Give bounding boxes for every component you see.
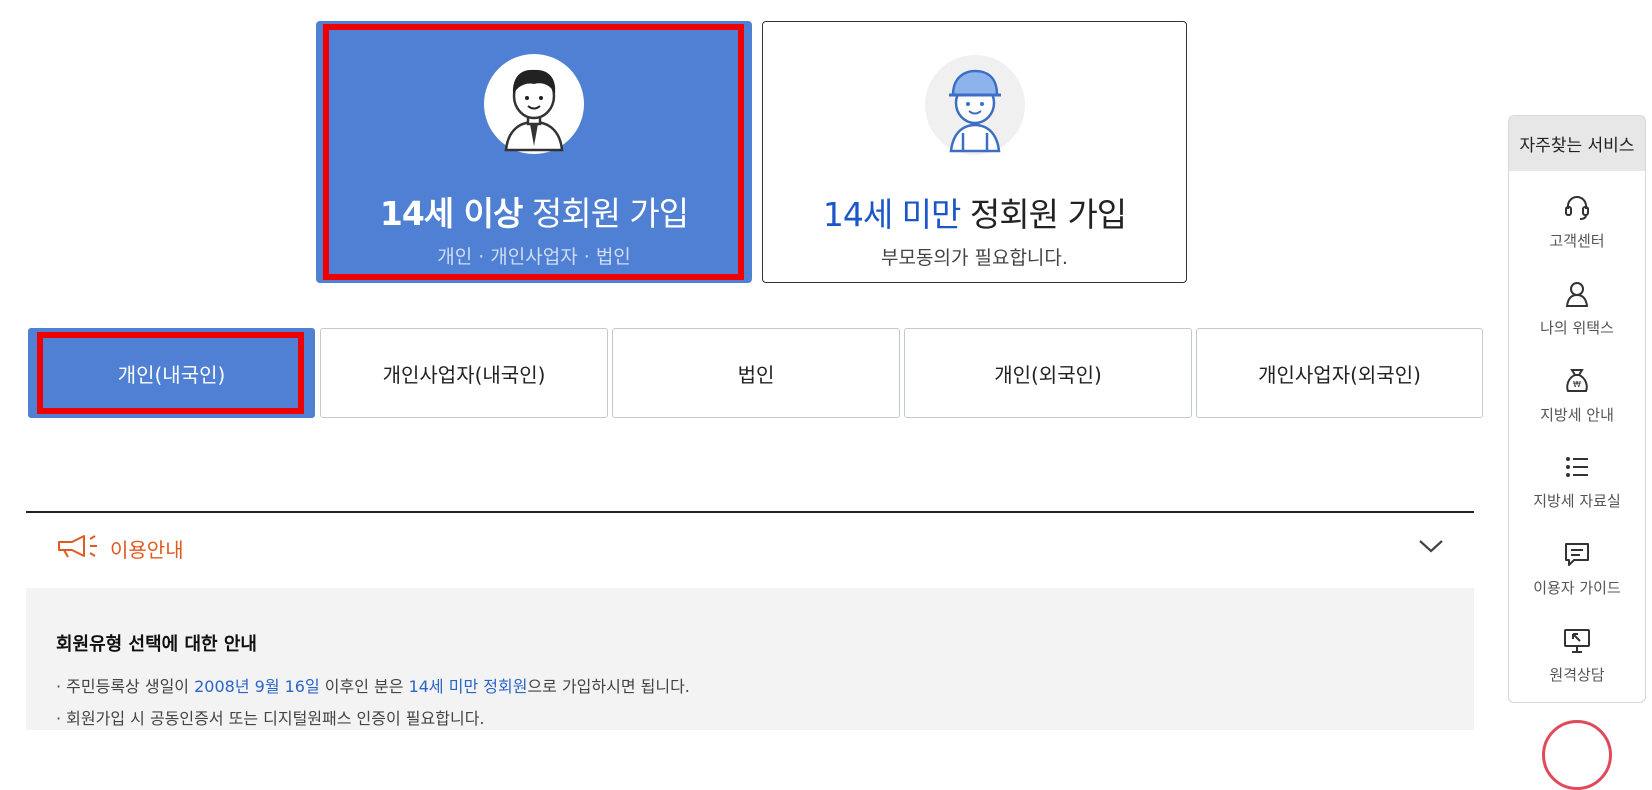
tab-individual-domestic[interactable]: 개인(내국인) [28, 328, 315, 418]
tab-label: 개인사업자(내국인) [382, 362, 546, 387]
tab-individual-foreign[interactable]: 개인(외국인) [904, 328, 1192, 418]
quick-item-label: 지방세 자료실 [1533, 492, 1621, 510]
tab-label: 개인(외국인) [994, 362, 1102, 387]
adult-avatar-icon [484, 54, 584, 154]
tab-label: 개인(내국인) [117, 362, 226, 387]
svg-text:₩: ₩ [1573, 380, 1581, 389]
quick-item-local-tax-info[interactable]: ₩ 지방세 안내 [1509, 366, 1645, 425]
quick-services-panel: 자주찾는 서비스 고객센터 나의 위택스 ₩ 지방세 안내 지방세 자료실 이용… [1508, 115, 1646, 703]
tab-sole-proprietor-domestic[interactable]: 개인사업자(내국인) [320, 328, 608, 418]
quick-item-customer-center[interactable]: 고객센터 [1509, 192, 1645, 251]
section-divider [26, 511, 1474, 513]
headset-icon [1509, 192, 1645, 222]
info-line-birthdate: · 주민등록상 생일이 2008년 9월 16일 이후인 분은 14세 미만 정… [56, 677, 690, 696]
floating-badge[interactable] [1542, 720, 1612, 790]
minor-member-card[interactable]: 14세 미만 정회원 가입 부모동의가 필요합니다. [762, 21, 1187, 283]
adult-card-title: 14세 이상 정회원 가입 [379, 194, 689, 233]
tab-corporation[interactable]: 법인 [612, 328, 900, 418]
quick-item-local-tax-archive[interactable]: 지방세 자료실 [1509, 452, 1645, 511]
chevron-down-icon[interactable] [1418, 538, 1444, 558]
minor-card-title: 14세 미만 정회원 가입 [822, 195, 1127, 234]
quick-item-label: 지방세 안내 [1540, 406, 1614, 424]
monitor-icon [1509, 626, 1645, 656]
megaphone-icon [56, 533, 102, 563]
money-bag-icon: ₩ [1509, 366, 1645, 396]
info-heading: 회원유형 선택에 대한 안내 [56, 634, 257, 655]
chat-icon [1509, 539, 1645, 569]
tab-label: 개인사업자(외국인) [1258, 362, 1421, 387]
tab-label: 법인 [737, 362, 775, 387]
minor-card-subtitle: 부모동의가 필요합니다. [881, 247, 1068, 269]
adult-card-subtitle: 개인 · 개인사업자 · 법인 [437, 246, 631, 268]
list-icon [1509, 452, 1645, 482]
quick-item-remote-consultation[interactable]: 원격상담 [1509, 626, 1645, 685]
quick-services-title: 자주찾는 서비스 [1509, 116, 1645, 171]
info-line-certificate: · 회원가입 시 공동인증서 또는 디지털원패스 인증이 필요합니다. [56, 709, 485, 728]
quick-item-label: 이용자 가이드 [1533, 579, 1621, 597]
quick-item-label: 원격상담 [1549, 666, 1605, 684]
tab-sole-proprietor-foreign[interactable]: 개인사업자(외국인) [1196, 328, 1483, 418]
info-section-toggle[interactable]: 이용안내 [56, 533, 184, 563]
adult-member-card[interactable]: 14세 이상 정회원 가입 개인 · 개인사업자 · 법인 [316, 21, 752, 283]
minor-avatar-icon [924, 55, 1025, 155]
quick-item-user-guide[interactable]: 이용자 가이드 [1509, 539, 1645, 598]
quick-item-label: 고객센터 [1549, 232, 1605, 250]
person-icon [1509, 279, 1645, 309]
info-section-title: 이용안내 [110, 537, 184, 562]
quick-item-label: 나의 위택스 [1540, 319, 1614, 337]
quick-item-my-wetax[interactable]: 나의 위택스 [1509, 279, 1645, 338]
info-content-box: 회원유형 선택에 대한 안내 · 주민등록상 생일이 2008년 9월 16일 … [26, 588, 1474, 730]
